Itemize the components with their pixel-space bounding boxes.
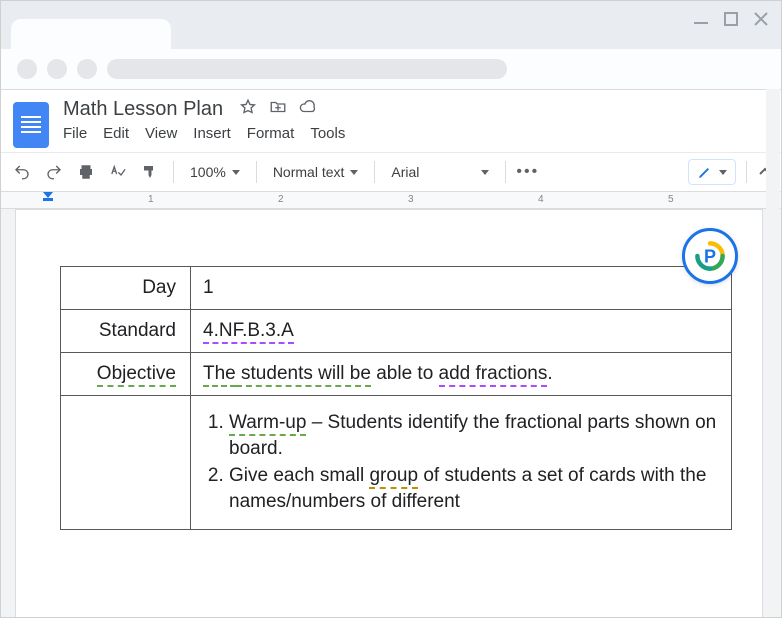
- doc-title[interactable]: Math Lesson Plan: [63, 98, 223, 121]
- font-value: Arial: [391, 164, 419, 180]
- menu-insert[interactable]: Insert: [193, 125, 231, 142]
- browser-toolbar: [1, 49, 781, 89]
- browser-tab[interactable]: [11, 19, 171, 49]
- cell-standard-label[interactable]: Standard: [61, 310, 191, 353]
- cell-steps-value[interactable]: Warm-up – Students identify the fraction…: [191, 396, 732, 530]
- menu-format[interactable]: Format: [247, 125, 295, 142]
- style-value: Normal text: [273, 164, 345, 180]
- pencil-icon: [697, 164, 713, 180]
- indent-marker-icon[interactable]: [41, 191, 55, 207]
- redo-button[interactable]: [41, 159, 67, 185]
- more-tools-button[interactable]: •••: [516, 163, 539, 181]
- table-row: Day 1: [61, 267, 732, 310]
- editing-mode-dropdown[interactable]: [688, 159, 736, 185]
- menu-file[interactable]: File: [63, 125, 87, 142]
- list-item: Warm-up – Students identify the fraction…: [229, 410, 719, 461]
- address-bar-placeholder[interactable]: [107, 59, 507, 79]
- zoom-value: 100%: [190, 164, 226, 180]
- star-icon[interactable]: [239, 98, 257, 121]
- document-page[interactable]: P Day 1 Standard 4.NF.B.3.A Objective Th…: [15, 209, 763, 617]
- minimize-icon[interactable]: [693, 11, 709, 32]
- cell-day-label[interactable]: Day: [61, 267, 191, 310]
- menu-edit[interactable]: Edit: [103, 125, 129, 142]
- close-icon[interactable]: [753, 11, 769, 32]
- nav-circle: [77, 59, 97, 79]
- menu-bar: File Edit View Insert Format Tools: [63, 125, 769, 142]
- lesson-table[interactable]: Day 1 Standard 4.NF.B.3.A Objective The …: [60, 266, 732, 530]
- menu-tools[interactable]: Tools: [310, 125, 345, 142]
- toolbar: 100% Normal text Arial •••: [1, 152, 781, 191]
- undo-button[interactable]: [9, 159, 35, 185]
- spellcheck-button[interactable]: [105, 159, 131, 185]
- document-canvas: P Day 1 Standard 4.NF.B.3.A Objective Th…: [1, 209, 781, 617]
- cell-objective-value[interactable]: The students will be able to add fractio…: [191, 353, 732, 396]
- browser-chrome: [1, 1, 781, 89]
- steps-list: Warm-up – Students identify the fraction…: [203, 410, 719, 515]
- ruler[interactable]: 1 2 3 4 5: [1, 191, 781, 209]
- caret-down-icon: [719, 170, 727, 175]
- font-dropdown[interactable]: Arial: [385, 164, 495, 180]
- svg-text:P: P: [704, 246, 716, 266]
- addon-badge-icon[interactable]: P: [682, 228, 738, 284]
- styles-dropdown[interactable]: Normal text: [267, 164, 365, 180]
- cloud-status-icon[interactable]: [299, 98, 317, 121]
- print-button[interactable]: [73, 159, 99, 185]
- zoom-dropdown[interactable]: 100%: [184, 164, 246, 180]
- table-row: Standard 4.NF.B.3.A: [61, 310, 732, 353]
- nav-circle: [17, 59, 37, 79]
- cell-steps-label[interactable]: [61, 396, 191, 530]
- menu-view[interactable]: View: [145, 125, 177, 142]
- move-folder-icon[interactable]: [269, 98, 287, 121]
- table-row: Objective The students will be able to a…: [61, 353, 732, 396]
- cell-day-value[interactable]: 1: [191, 267, 732, 310]
- list-item: Give each small group of students a set …: [229, 463, 719, 514]
- vertical-scrollbar[interactable]: [766, 89, 780, 617]
- docs-logo-icon[interactable]: [13, 102, 49, 148]
- caret-down-icon: [481, 170, 489, 175]
- paint-format-button[interactable]: [137, 159, 163, 185]
- caret-down-icon: [232, 170, 240, 175]
- maximize-icon[interactable]: [723, 11, 739, 32]
- app-header: Math Lesson Plan File Edit View Insert F…: [1, 90, 781, 152]
- cell-standard-value[interactable]: 4.NF.B.3.A: [191, 310, 732, 353]
- caret-down-icon: [350, 170, 358, 175]
- table-row: Warm-up – Students identify the fraction…: [61, 396, 732, 530]
- cell-objective-label[interactable]: Objective: [61, 353, 191, 396]
- nav-circle: [47, 59, 67, 79]
